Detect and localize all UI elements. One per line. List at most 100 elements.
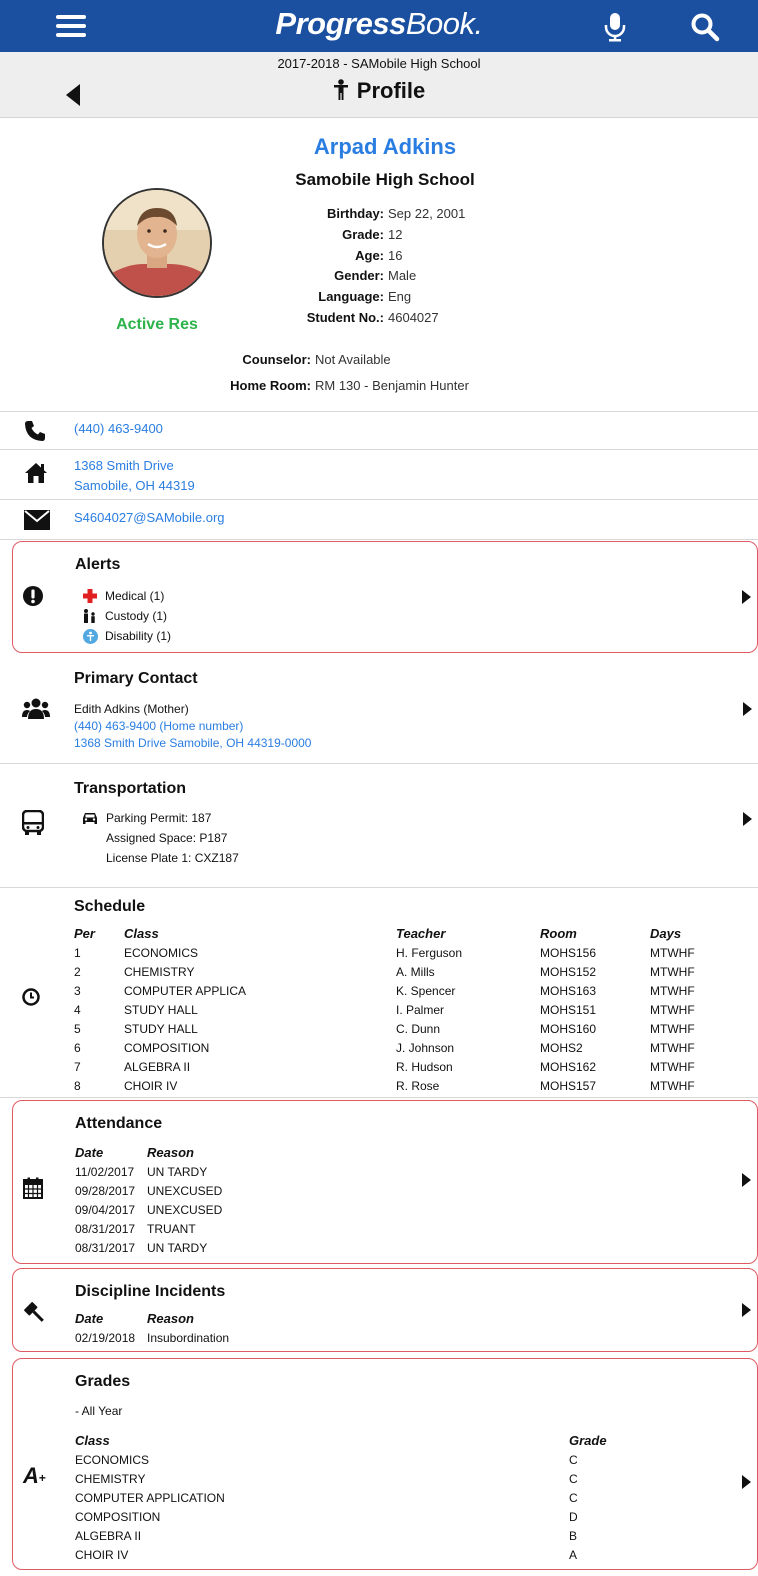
alerts-title: Alerts (75, 556, 121, 573)
school-year-label: 2017-2018 - SAMobile High School (277, 56, 481, 71)
table-row: 1 ECONOMICS H. Ferguson MOHS156 MTWHF (74, 945, 695, 960)
table-row: 4 STUDY HALL I. Palmer MOHS151 MTWHF (74, 1002, 695, 1017)
email-row: S4604027@SAMobile.org (0, 500, 758, 540)
exclamation-circle-icon (23, 586, 43, 606)
page-title: Profile (0, 78, 758, 104)
phone-row: (440) 463-9400 (0, 412, 758, 450)
table-row: 3 COMPUTER APPLICA K. Spencer MOHS163 MTWHF (74, 983, 695, 998)
col-header-reason: Reason (147, 1311, 194, 1326)
grades-section[interactable]: Grades - All Year A+ Class Grade ECONOMI… (12, 1358, 758, 1570)
table-row: 8 CHOIR IV R. Rose MOHS157 MTWHF (74, 1078, 695, 1093)
clock-icon (22, 988, 40, 1006)
col-header-days: Days (650, 926, 682, 941)
schedule-title: Schedule (74, 898, 146, 915)
grading-period: - All Year (75, 1404, 123, 1418)
detail-value: 12 (388, 226, 403, 242)
parking-permit: Parking Permit: 187 (74, 808, 239, 828)
detail-value: 4604027 (388, 309, 439, 325)
detail-value: Male (388, 268, 417, 284)
alert-item-medical: Medical (1) (75, 586, 171, 606)
discipline-table: Date Reason 02/19/2018 Insubordination (75, 1309, 229, 1347)
schedule-section: Schedule Per Class Teacher Room Days 1 EC… (0, 888, 758, 1098)
detail-value: 16 (388, 247, 403, 263)
email-link[interactable]: S4604027@SAMobile.org (74, 508, 225, 528)
table-row: 08/31/2017 UN TARDY (75, 1240, 208, 1255)
table-row: 5 STUDY HALL C. Dunn MOHS160 MTWHF (74, 1021, 695, 1036)
student-profile-card: Arpad Adkins Samobile High School Active… (0, 118, 758, 412)
detail-value: Eng (388, 289, 412, 305)
table-row: 11/02/2017 UN TARDY (75, 1164, 208, 1179)
col-header-date: Date (75, 1145, 104, 1160)
col-header-per: Per (74, 926, 95, 941)
chevron-right-icon[interactable] (741, 1475, 751, 1489)
bus-icon (22, 810, 44, 835)
address-row: 1368 Smith Drive Samobile, OH 44319 (0, 450, 758, 500)
alerts-section[interactable]: Alerts Medical (1) Custody (1) Disabilit… (12, 541, 758, 653)
enrollment-status: Active Res (116, 316, 198, 333)
transportation-title: Transportation (74, 780, 187, 797)
homeroom-value: RM 130 - Benjamin Hunter (315, 378, 469, 393)
grades-table: Class Grade ECONOMICS C CHEMISTRY C COMPUT… (75, 1431, 615, 1564)
chevron-right-icon[interactable] (741, 1303, 751, 1317)
col-header-room: Room (540, 926, 577, 941)
microphone-icon[interactable] (602, 12, 628, 42)
col-header-date: Date (75, 1311, 104, 1326)
detail-label: Student No.: (306, 309, 384, 325)
student-name[interactable]: Arpad Adkins (0, 134, 758, 160)
attendance-title: Attendance (75, 1115, 163, 1132)
home-icon (25, 463, 47, 483)
grade-a-plus-icon: A+ (23, 1463, 46, 1488)
table-row: ALGEBRA II B (75, 1528, 578, 1543)
primary-contact-title: Primary Contact (74, 670, 198, 687)
schedule-table: Per Class Teacher Room Days 1 ECONOMICS H.… (74, 924, 714, 1095)
detail-label: Age: (355, 247, 384, 263)
table-row: 7 ALGEBRA II R. Hudson MOHS162 MTWHF (74, 1059, 695, 1074)
contact-address-link[interactable]: 1368 Smith Drive Samobile, OH 44319-0000 (74, 735, 311, 752)
alert-item-disability: Disability (1) (75, 626, 171, 646)
detail-label: Language: (318, 289, 384, 305)
chevron-right-icon[interactable] (741, 1173, 751, 1187)
col-header-grade: Grade (569, 1433, 607, 1448)
table-row: 2 CHEMISTRY A. Mills MOHS152 MTWHF (74, 964, 695, 979)
users-group-icon (22, 698, 50, 719)
phone-link[interactable]: (440) 463-9400 (74, 419, 163, 439)
app-logo: ProgressBook. (275, 6, 483, 41)
table-row: 09/28/2017 UNEXCUSED (75, 1183, 223, 1198)
table-row: 09/04/2017 UNEXCUSED (75, 1202, 223, 1217)
car-icon (83, 812, 97, 824)
col-header-class: Class (75, 1433, 110, 1448)
medical-cross-icon (83, 589, 97, 603)
col-header-teacher: Teacher (396, 926, 446, 941)
page-header: 2017-2018 - SAMobile High School Profile (0, 52, 758, 118)
grades-title: Grades (75, 1373, 131, 1390)
transportation-section[interactable]: Transportation Parking Permit: 187 Assig… (0, 764, 758, 888)
app-header: ProgressBook. (0, 0, 758, 52)
primary-contact-section[interactable]: Primary Contact Edith Adkins (Mother) (4… (0, 656, 758, 764)
student-details: Birthday: Sep 22, 2001 Grade: 12 Age: 16 Ge… (230, 204, 530, 329)
search-icon[interactable] (690, 12, 720, 42)
parent-child-icon (84, 609, 95, 623)
homeroom-label: Home Room: (230, 378, 311, 393)
chevron-right-icon[interactable] (742, 702, 752, 716)
detail-label: Birthday: (326, 206, 384, 221)
col-header-class: Class (124, 926, 159, 941)
assigned-space: Assigned Space: P187 (106, 831, 228, 845)
alert-item-custody: Custody (1) (75, 606, 171, 626)
school-name: Samobile High School (295, 170, 475, 189)
address-line-2[interactable]: Samobile, OH 44319 (74, 476, 195, 496)
attendance-section[interactable]: Attendance Date Reason 11/02/2017 UN TARD… (12, 1100, 758, 1264)
counselor-value: Not Available (315, 352, 391, 367)
table-row: CHEMISTRY C (75, 1471, 578, 1486)
contact-phone-link[interactable]: (440) 463-9400 (Home number) (74, 718, 311, 735)
detail-label: Gender: (334, 268, 384, 284)
chevron-right-icon[interactable] (742, 812, 752, 826)
chevron-right-icon[interactable] (741, 590, 751, 604)
col-header-reason: Reason (147, 1145, 194, 1160)
discipline-section[interactable]: Discipline Incidents Date Reason 02/19/2… (12, 1268, 758, 1352)
detail-label: Grade: (342, 226, 384, 242)
counselor-label: Counselor: (242, 352, 311, 367)
table-row: 08/31/2017 TRUANT (75, 1221, 196, 1236)
discipline-title: Discipline Incidents (75, 1283, 226, 1300)
table-row: COMPUTER APPLICATION C (75, 1490, 578, 1505)
address-line-1[interactable]: 1368 Smith Drive (74, 456, 195, 476)
